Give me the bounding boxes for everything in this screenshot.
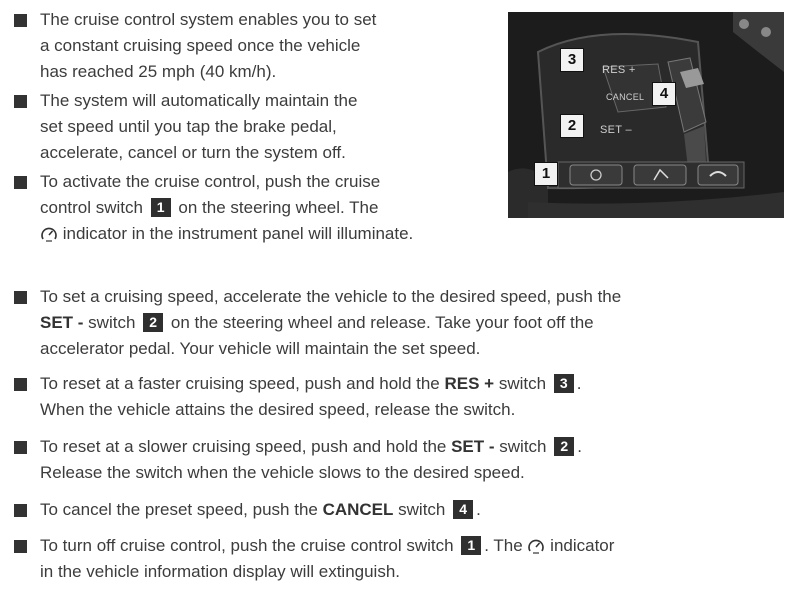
text-run: accelerate, cancel or turn the system of… <box>40 143 346 162</box>
bullet-square <box>14 95 27 108</box>
bullet-square <box>14 176 27 189</box>
switch-name: RES + <box>444 374 495 393</box>
bullet-line: in the vehicle information display will … <box>40 559 614 585</box>
bullet-line: When the vehicle attains the desired spe… <box>40 397 582 423</box>
text-run: has reached 25 mph (40 km/h). <box>40 62 277 81</box>
text-run: . <box>576 374 582 393</box>
bullet-line: The cruise control system enables you to… <box>40 7 376 33</box>
bullet-line: To set a cruising speed, accelerate the … <box>40 284 621 310</box>
text-run: a constant cruising speed once the vehic… <box>40 36 361 55</box>
text-run: The cruise control system enables you to… <box>40 10 377 29</box>
callout-4: 4 <box>652 82 676 106</box>
switch-name: CANCEL <box>322 500 394 519</box>
bullet-line: To cancel the preset speed, push the CAN… <box>40 497 481 523</box>
text-run: When the vehicle attains the desired spe… <box>40 400 516 419</box>
bullet-line: accelerate, cancel or turn the system of… <box>40 140 357 166</box>
text-run: switch <box>83 313 141 332</box>
text-run: The system will automatically maintain t… <box>40 91 358 110</box>
bullet-square <box>14 378 27 391</box>
text-run: indicator in the instrument panel will i… <box>58 224 414 243</box>
text-run: To reset at a faster cruising speed, pus… <box>40 374 445 393</box>
text-run: control switch <box>40 198 148 217</box>
bullet-line: indicator in the instrument panel will i… <box>40 221 413 247</box>
callout-number-badge: 2 <box>143 313 164 332</box>
bullet-line: a constant cruising speed once the vehic… <box>40 33 376 59</box>
bullet-square <box>14 504 27 517</box>
text-run: on the steering wheel and release. Take … <box>166 313 594 332</box>
bullet-line: control switch 1 on the steering wheel. … <box>40 195 413 221</box>
text-run: . <box>476 500 481 519</box>
cruise-indicator-icon <box>527 538 545 554</box>
bullet-line: accelerator pedal. Your vehicle will mai… <box>40 336 621 362</box>
text-run: accelerator pedal. Your vehicle will mai… <box>40 339 481 358</box>
bullet-line: To reset at a faster cruising speed, pus… <box>40 371 582 397</box>
switch-name: SET - <box>40 313 84 332</box>
text-run: To activate the cruise control, push the… <box>40 172 381 191</box>
text-run: . The <box>484 536 528 555</box>
text-run: To reset at a slower cruising speed, pus… <box>40 437 452 456</box>
cancel-label: CANCEL <box>606 92 645 102</box>
callout-number-badge: 1 <box>150 198 171 217</box>
bullet-line: Release the switch when the vehicle slow… <box>40 460 582 486</box>
switch-name: SET - <box>451 437 495 456</box>
bullet-square <box>14 540 27 553</box>
text-run: switch <box>494 374 551 393</box>
text-run: To set a cruising speed, accelerate the … <box>40 287 622 306</box>
callout-3: 3 <box>560 48 584 72</box>
callout-2: 2 <box>560 114 584 138</box>
cruise-indicator-icon <box>40 226 58 242</box>
text-run: on the steering wheel. The <box>173 198 379 217</box>
bullet-line: To turn off cruise control, push the cru… <box>40 533 614 559</box>
bullet-line: has reached 25 mph (40 km/h). <box>40 59 376 85</box>
bullet-square <box>14 14 27 27</box>
bullet-square <box>14 441 27 454</box>
callout-number-badge: 1 <box>461 536 482 555</box>
res-plus-label: RES + <box>602 64 636 76</box>
callout-1: 1 <box>534 162 558 186</box>
bullet-line: The system will automatically maintain t… <box>40 88 357 114</box>
callout-number-badge: 4 <box>453 500 474 519</box>
text-run: set speed until you tap the brake pedal, <box>40 117 337 136</box>
steering-wheel-photo: RES + CANCEL SET – 3 4 2 1 <box>508 12 784 218</box>
text-run: switch <box>494 437 552 456</box>
callout-number-badge: 2 <box>554 437 575 456</box>
bullet-line: SET - switch 2 on the steering wheel and… <box>40 310 621 336</box>
text-run: indicator <box>545 536 615 555</box>
bullet-line: To activate the cruise control, push the… <box>40 169 413 195</box>
text-run: Release the switch when the vehicle slow… <box>40 463 525 482</box>
text-run: . <box>577 437 582 456</box>
bullet-line: set speed until you tap the brake pedal, <box>40 114 357 140</box>
text-run: To cancel the preset speed, push the <box>40 500 323 519</box>
text-run: To turn off cruise control, push the cru… <box>40 536 459 555</box>
set-minus-label: SET – <box>600 124 632 136</box>
callout-number-badge: 3 <box>553 374 574 393</box>
text-run: switch <box>393 500 451 519</box>
bullet-square <box>14 291 27 304</box>
text-run: in the vehicle information display will … <box>40 562 401 581</box>
bullet-line: To reset at a slower cruising speed, pus… <box>40 434 582 460</box>
